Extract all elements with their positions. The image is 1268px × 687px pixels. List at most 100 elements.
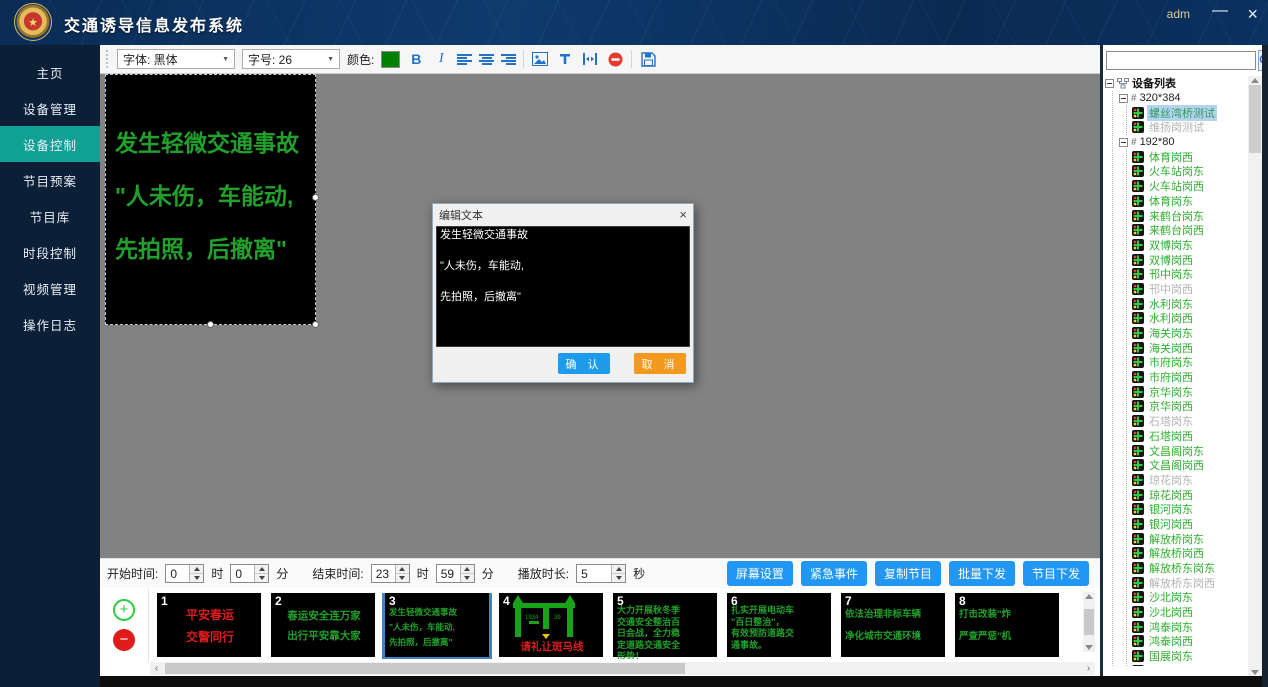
scroll-left-icon[interactable]: ‹ — [150, 663, 163, 674]
resize-handle-right[interactable] — [312, 194, 319, 201]
device-tree-item[interactable]: 鸿泰岗东 — [1132, 619, 1247, 634]
spin-down-icon[interactable] — [255, 573, 268, 582]
spin-down-icon[interactable] — [190, 573, 203, 582]
scrollbar-thumb[interactable] — [1249, 85, 1261, 153]
device-tree-item[interactable]: 沙北岗西 — [1132, 605, 1247, 620]
device-tree-item[interactable]: 石塔岗西 — [1132, 429, 1247, 444]
spin-up-icon[interactable] — [396, 565, 409, 573]
sidebar-item-video-management[interactable]: 视频管理 — [0, 270, 100, 306]
scroll-down-icon[interactable] — [1085, 645, 1093, 650]
device-tree-item[interactable]: 石塔岗东 — [1132, 414, 1247, 429]
device-tree-item[interactable]: 国展岗西 — [1132, 664, 1247, 667]
playlist-horizontal-scrollbar[interactable]: ‹ › — [150, 662, 1095, 675]
save-button[interactable] — [639, 50, 657, 68]
device-tree-item[interactable]: 来鹤台岗东 — [1132, 208, 1247, 223]
playlist-item-4[interactable]: 4 1934 39 请礼让斑马线 — [499, 593, 603, 657]
device-tree-item[interactable]: 水利岗西 — [1132, 311, 1247, 326]
resize-handle-corner[interactable] — [312, 321, 319, 328]
emergency-event-button[interactable]: 紧急事件 — [801, 561, 867, 586]
device-panel-scrollbar[interactable] — [1248, 76, 1262, 677]
align-center-button[interactable] — [479, 53, 494, 66]
spin-up-icon[interactable] — [190, 565, 203, 573]
align-left-button[interactable] — [457, 53, 472, 66]
device-tree-item[interactable]: 文昌阁岗西 — [1132, 458, 1247, 473]
sidebar-item-device-control[interactable]: 设备控制 — [0, 126, 100, 162]
playlist-item-3[interactable]: 3 发生轻微交通事故 "人未伤，车能动, 先拍照，后撤离" — [385, 593, 489, 657]
device-tree-item[interactable]: 琼花岗西 — [1132, 487, 1247, 502]
device-tree-item[interactable]: 海关岗西 — [1132, 340, 1247, 355]
device-tree-item[interactable]: 国展岗东 — [1132, 649, 1247, 664]
close-icon[interactable]: × — [1247, 4, 1258, 25]
playlist-item-5[interactable]: 5 大力开展秋冬季 交通安全整治百 日会战，全力稳 定道路交通安全 形势！ — [613, 593, 717, 657]
device-tree-item[interactable]: 海关岗东 — [1132, 326, 1247, 341]
scroll-up-icon[interactable] — [1085, 594, 1093, 599]
minimize-icon[interactable]: — — [1212, 2, 1228, 20]
scroll-down-icon[interactable] — [1251, 670, 1259, 675]
sidebar-item-program-library[interactable]: 节目库 — [0, 198, 100, 234]
logged-in-user[interactable]: adm — [1167, 7, 1190, 21]
device-tree-item[interactable]: 双博岗西 — [1132, 252, 1247, 267]
device-tree-item[interactable]: 来鹤台岗西 — [1132, 223, 1247, 238]
remove-program-button[interactable]: − — [113, 629, 135, 651]
duration-stepper[interactable]: 5 — [576, 564, 626, 583]
italic-button[interactable]: I — [432, 51, 450, 67]
device-tree-item[interactable]: 解放桥东岗东 — [1132, 561, 1247, 576]
device-search-input[interactable] — [1106, 51, 1256, 70]
device-tree-item[interactable]: 京华岗西 — [1132, 399, 1247, 414]
device-tree-item[interactable]: 琼花岗东 — [1132, 473, 1247, 488]
device-tree-item[interactable]: 解放桥岗东 — [1132, 531, 1247, 546]
color-swatch[interactable] — [381, 51, 400, 68]
playlist-item-1[interactable]: 1 平安春运 交警同行 — [157, 593, 261, 657]
device-tree-item[interactable]: 市府岗东 — [1132, 355, 1247, 370]
playlist-item-8[interactable]: 8 打击改装"炸 严查严惩"机 — [955, 593, 1059, 657]
playlist-vertical-scrollbar[interactable] — [1083, 592, 1095, 652]
device-tree-item[interactable]: 解放桥岗西 — [1132, 546, 1247, 561]
device-tree-item[interactable]: 银河岗西 — [1132, 517, 1247, 532]
device-group[interactable]: # 320*384 — [1113, 91, 1247, 106]
batch-send-button[interactable]: 批量下发 — [949, 561, 1015, 586]
scrollbar-thumb[interactable] — [165, 663, 685, 674]
device-tree-item[interactable]: 沙北岗东 — [1132, 590, 1247, 605]
device-tree-item[interactable]: 鸿泰岗西 — [1132, 634, 1247, 649]
device-tree-root[interactable]: 设备列表 — [1105, 76, 1247, 91]
device-tree-item[interactable]: 火车站岗东 — [1132, 164, 1247, 179]
playlist-item-6[interactable]: 6 扎实开展电动车 "百日整治"， 有效预防道路交 通事故。 — [727, 593, 831, 657]
device-tree-item[interactable]: 双博岗东 — [1132, 238, 1247, 253]
led-preview-panel[interactable]: 发生轻微交通事故"人未伤，车能动,先拍照，后撤离" — [105, 74, 316, 325]
device-tree-item[interactable]: 维扬岗测试 — [1132, 120, 1247, 135]
add-program-button[interactable]: + — [113, 599, 135, 621]
sidebar-item-home[interactable]: 主页 — [0, 54, 100, 90]
device-tree-item[interactable]: 螺丝湾桥测试 — [1132, 105, 1247, 120]
end-hour-stepper[interactable]: 23 — [371, 564, 410, 583]
playlist-item-2[interactable]: 2 春运安全连万家 出行平安靠大家 — [271, 593, 375, 657]
insert-text-button[interactable] — [556, 50, 574, 68]
spin-down-icon[interactable] — [612, 573, 625, 582]
device-tree-item[interactable]: 邗中岗东 — [1132, 267, 1247, 282]
collapse-icon[interactable] — [1119, 94, 1128, 103]
sidebar-item-device-management[interactable]: 设备管理 — [0, 90, 100, 126]
device-tree-item[interactable]: 市府岗西 — [1132, 370, 1247, 385]
bold-button[interactable]: B — [407, 51, 425, 67]
copy-program-button[interactable]: 复制节目 — [875, 561, 941, 586]
sidebar-item-operation-log[interactable]: 操作日志 — [0, 306, 100, 342]
device-tree-item[interactable]: 火车站岗西 — [1132, 179, 1247, 194]
device-group[interactable]: # 192*80 — [1113, 135, 1247, 150]
spin-down-icon[interactable] — [461, 573, 474, 582]
start-hour-stepper[interactable]: 0 — [165, 564, 204, 583]
font-family-select[interactable]: 字体: 黑体 ▼ — [117, 49, 235, 69]
sidebar-item-time-control[interactable]: 时段控制 — [0, 234, 100, 270]
device-tree-item[interactable]: 邗中岗西 — [1132, 282, 1247, 297]
fit-width-button[interactable] — [581, 50, 599, 68]
sidebar-item-program-plan[interactable]: 节目预案 — [0, 162, 100, 198]
stop-button[interactable] — [606, 50, 624, 68]
edit-textarea[interactable]: 发生轻微交通事故 "人未伤，车能动, 先拍照，后撤离" — [436, 226, 690, 347]
start-minute-stepper[interactable]: 0 — [230, 564, 269, 583]
scroll-up-icon[interactable] — [1251, 78, 1259, 83]
resize-handle-bottom[interactable] — [207, 321, 214, 328]
spin-up-icon[interactable] — [461, 565, 474, 573]
spin-up-icon[interactable] — [255, 565, 268, 573]
spin-up-icon[interactable] — [612, 565, 625, 573]
spin-down-icon[interactable] — [396, 573, 409, 582]
device-tree-item[interactable]: 京华岗东 — [1132, 384, 1247, 399]
cancel-button[interactable]: 取 消 — [634, 353, 686, 374]
